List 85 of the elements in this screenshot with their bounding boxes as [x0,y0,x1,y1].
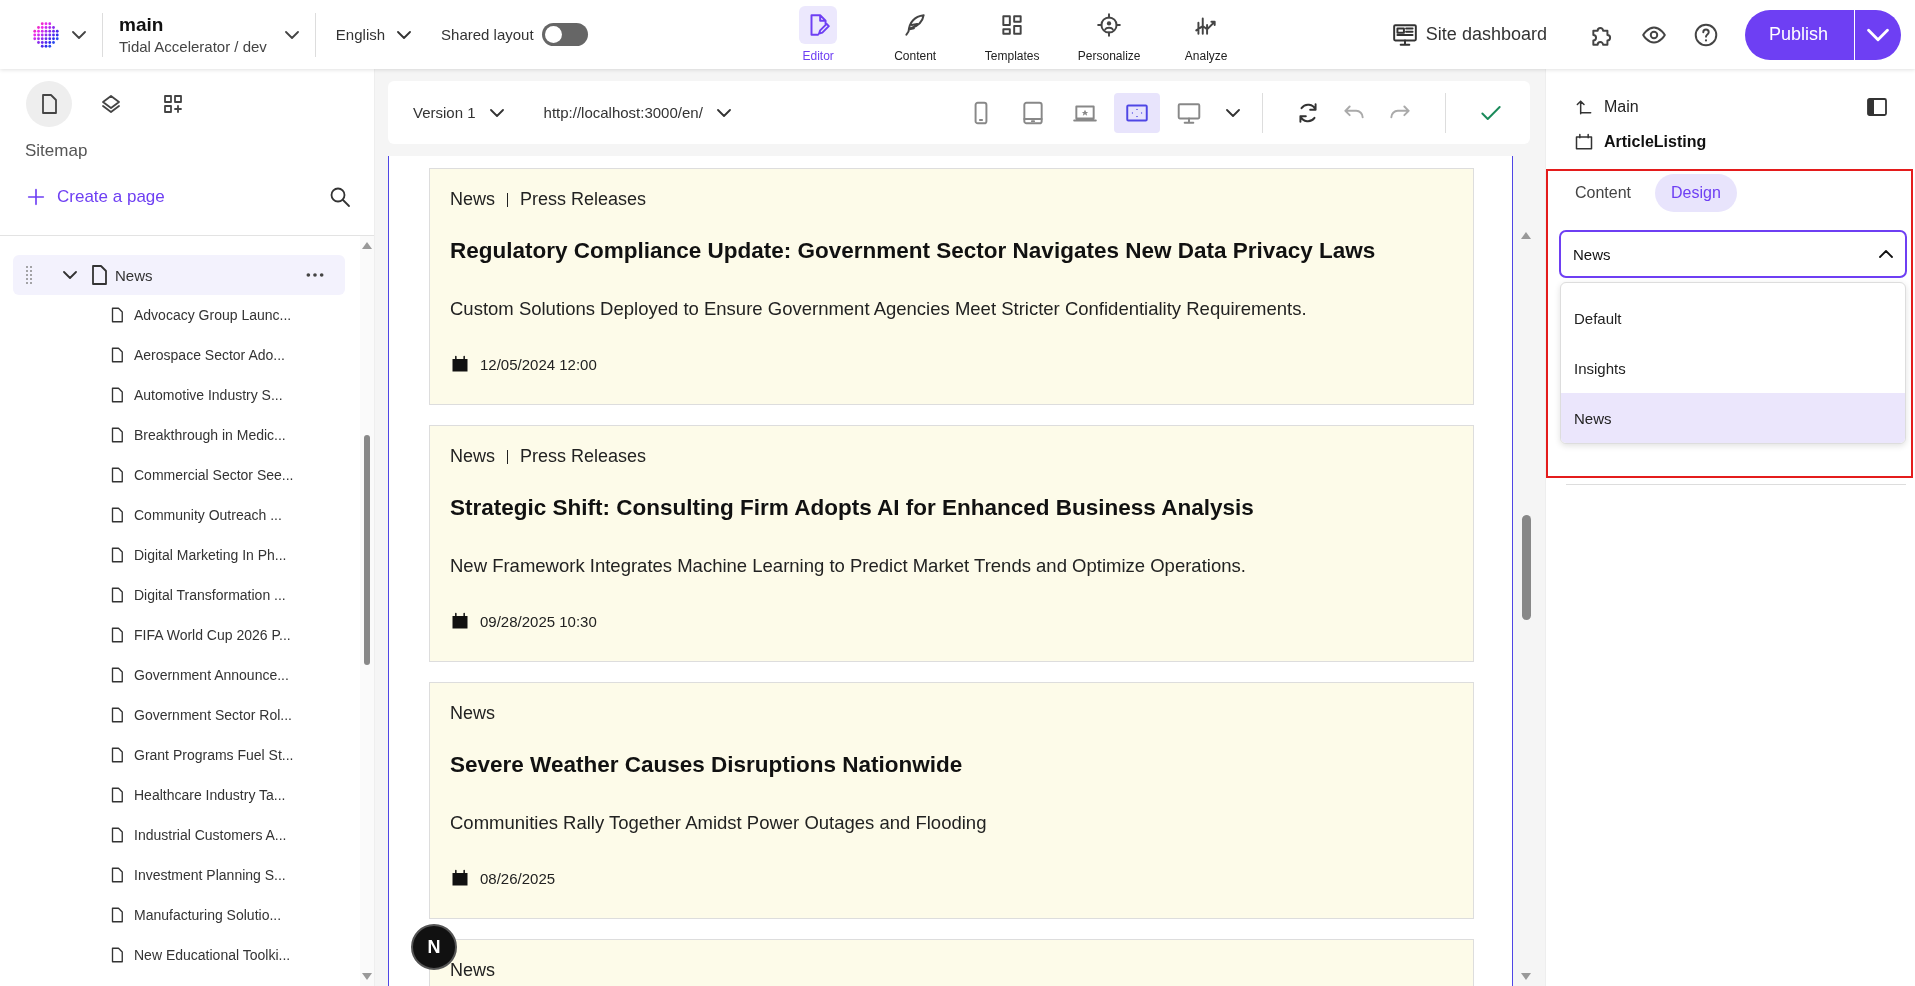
chevron-down-icon[interactable] [63,271,77,279]
drag-handle-icon[interactable] [25,265,33,285]
panel-tab[interactable]: Content [1559,174,1648,212]
help-icon[interactable] [1692,21,1719,48]
article-title: Regulatory Compliance Update: Government Sector Navigates New Data Privacy Laws [450,238,1377,264]
category-tag: News [450,703,495,724]
dropdown-option[interactable]: News [1561,393,1905,443]
tablet-icon [1020,99,1046,126]
article-title: Strategic Shift: Consulting Firm Adopts AI for Enhanced Business Analysis [450,495,1255,521]
nav-tab[interactable]: Templates [963,6,1061,63]
chevron-down-icon [716,108,731,117]
nav-tab[interactable]: Editor [769,6,867,63]
article-summary: Communities Rally Together Amidst Power Outages and Flooding [450,812,988,834]
article-card[interactable]: News Severe Weather Causes Disruptions Nationwide Communities Rally Together Amidst Power Outages and Flooding 08/26/2025 [429,682,1474,919]
tree-item[interactable]: Investment Planning S... [13,855,345,895]
article-card[interactable] [429,425,1474,662]
variant-select[interactable]: News [1559,230,1907,278]
device-button[interactable] [1114,92,1160,133]
chevron-up-icon [1879,250,1893,258]
parent-link[interactable]: Main [1604,98,1639,116]
chevron-down-icon[interactable] [72,30,86,39]
tree-item[interactable]: Community Outreach ... [13,495,345,535]
category-tag: News [450,189,495,210]
tree-item[interactable]: Commercial Sector See... [13,455,345,495]
version-dropdown[interactable]: Version 1 [413,104,504,121]
chevron-down-icon[interactable] [284,30,299,39]
target-person-icon [1096,12,1123,38]
article-summary: New Framework Integrates Machine Learning to Predict Market Trends and Optimize Operations. [450,555,1247,577]
add-grid-icon [161,92,185,116]
shared-layout-label: Shared layout [441,26,534,43]
article-summary: Custom Solutions Deployed to Ensure Government Agencies Meet Stricter Confidentiality Requirements. [450,298,1308,320]
sidebar-tab[interactable] [26,81,72,127]
tree-item[interactable]: Aerospace Sector Ado... [13,335,345,375]
calendar-icon [450,354,470,374]
dropdown-option[interactable]: Default [1561,293,1905,343]
plus-icon [25,186,47,208]
sidebar-title: Sitemap [25,141,89,161]
category-tag: Press Releases [520,446,647,467]
dropdown-option[interactable]: Insights [1561,343,1905,393]
tree-item[interactable]: Industrial Customers A... [13,815,345,855]
calendar-icon [450,868,470,888]
tree-item[interactable]: Digital Marketing In Ph... [13,535,345,575]
article-date: 09/28/2025 10:30 [480,612,597,630]
sidebar-toggle-icon[interactable] [1865,95,1889,119]
component-name: ArticleListing [1604,133,1707,151]
tree-item[interactable]: Manufacturing Solutio... [13,895,345,935]
panel-tab[interactable]: Design [1655,174,1737,212]
nav-tab[interactable]: Content [866,6,964,63]
create-page-link[interactable]: Create a page [25,186,165,208]
toggle-switch[interactable] [541,23,588,46]
chevron-down-icon [397,30,412,39]
tree-item[interactable]: Grant Programs Fuel St... [13,735,345,775]
tree-item[interactable]: Breakthrough in Medic... [13,415,345,455]
tree-item[interactable]: Government Sector Rol... [13,695,345,735]
category-tag: Press Releases [520,189,647,210]
chevron-down-icon[interactable] [1226,108,1240,117]
url-dropdown[interactable]: http://localhost:3000/en/ [543,104,731,121]
layers-icon [99,92,123,116]
project-path: Tidal Accelerator / dev [119,38,267,55]
site-dashboard-button[interactable]: Site dashboard [1391,21,1547,48]
category-tag: News [450,446,495,467]
tree-item[interactable]: New Educational Toolki... [13,935,345,975]
chevron-down-icon [489,108,504,117]
nav-tab[interactable]: Personalize [1060,6,1158,63]
monitor-icon [1391,21,1418,48]
more-icon[interactable] [305,271,325,279]
branch-name: main [119,14,165,36]
search-icon[interactable] [328,185,352,209]
article-date: 08/26/2025 [480,869,556,887]
nav-tab[interactable]: Analyze [1157,6,1255,63]
article-date: 12/05/2024 12:00 [480,355,597,373]
tree-item[interactable]: Government Announce... [13,655,345,695]
language-dropdown[interactable]: English [335,26,412,43]
tree-item[interactable]: News [13,255,345,295]
scrollbar[interactable] [360,236,374,986]
up-arrow-icon[interactable] [1574,97,1594,117]
calendar-icon [450,611,470,631]
article-title: Severe Weather Causes Disruptions Nationwide [450,752,964,778]
tree-item[interactable]: Advocacy Group Launc... [13,295,345,335]
article-card[interactable] [429,168,1474,405]
tree-item[interactable]: Automotive Industry S... [13,375,345,415]
component-icon [1574,132,1594,152]
tree-item[interactable]: Healthcare Industry Ta... [13,775,345,815]
tree-item[interactable]: FIFA World Cup 2026 P... [13,615,345,655]
tree-item[interactable]: Digital Transformation ... [13,575,345,615]
